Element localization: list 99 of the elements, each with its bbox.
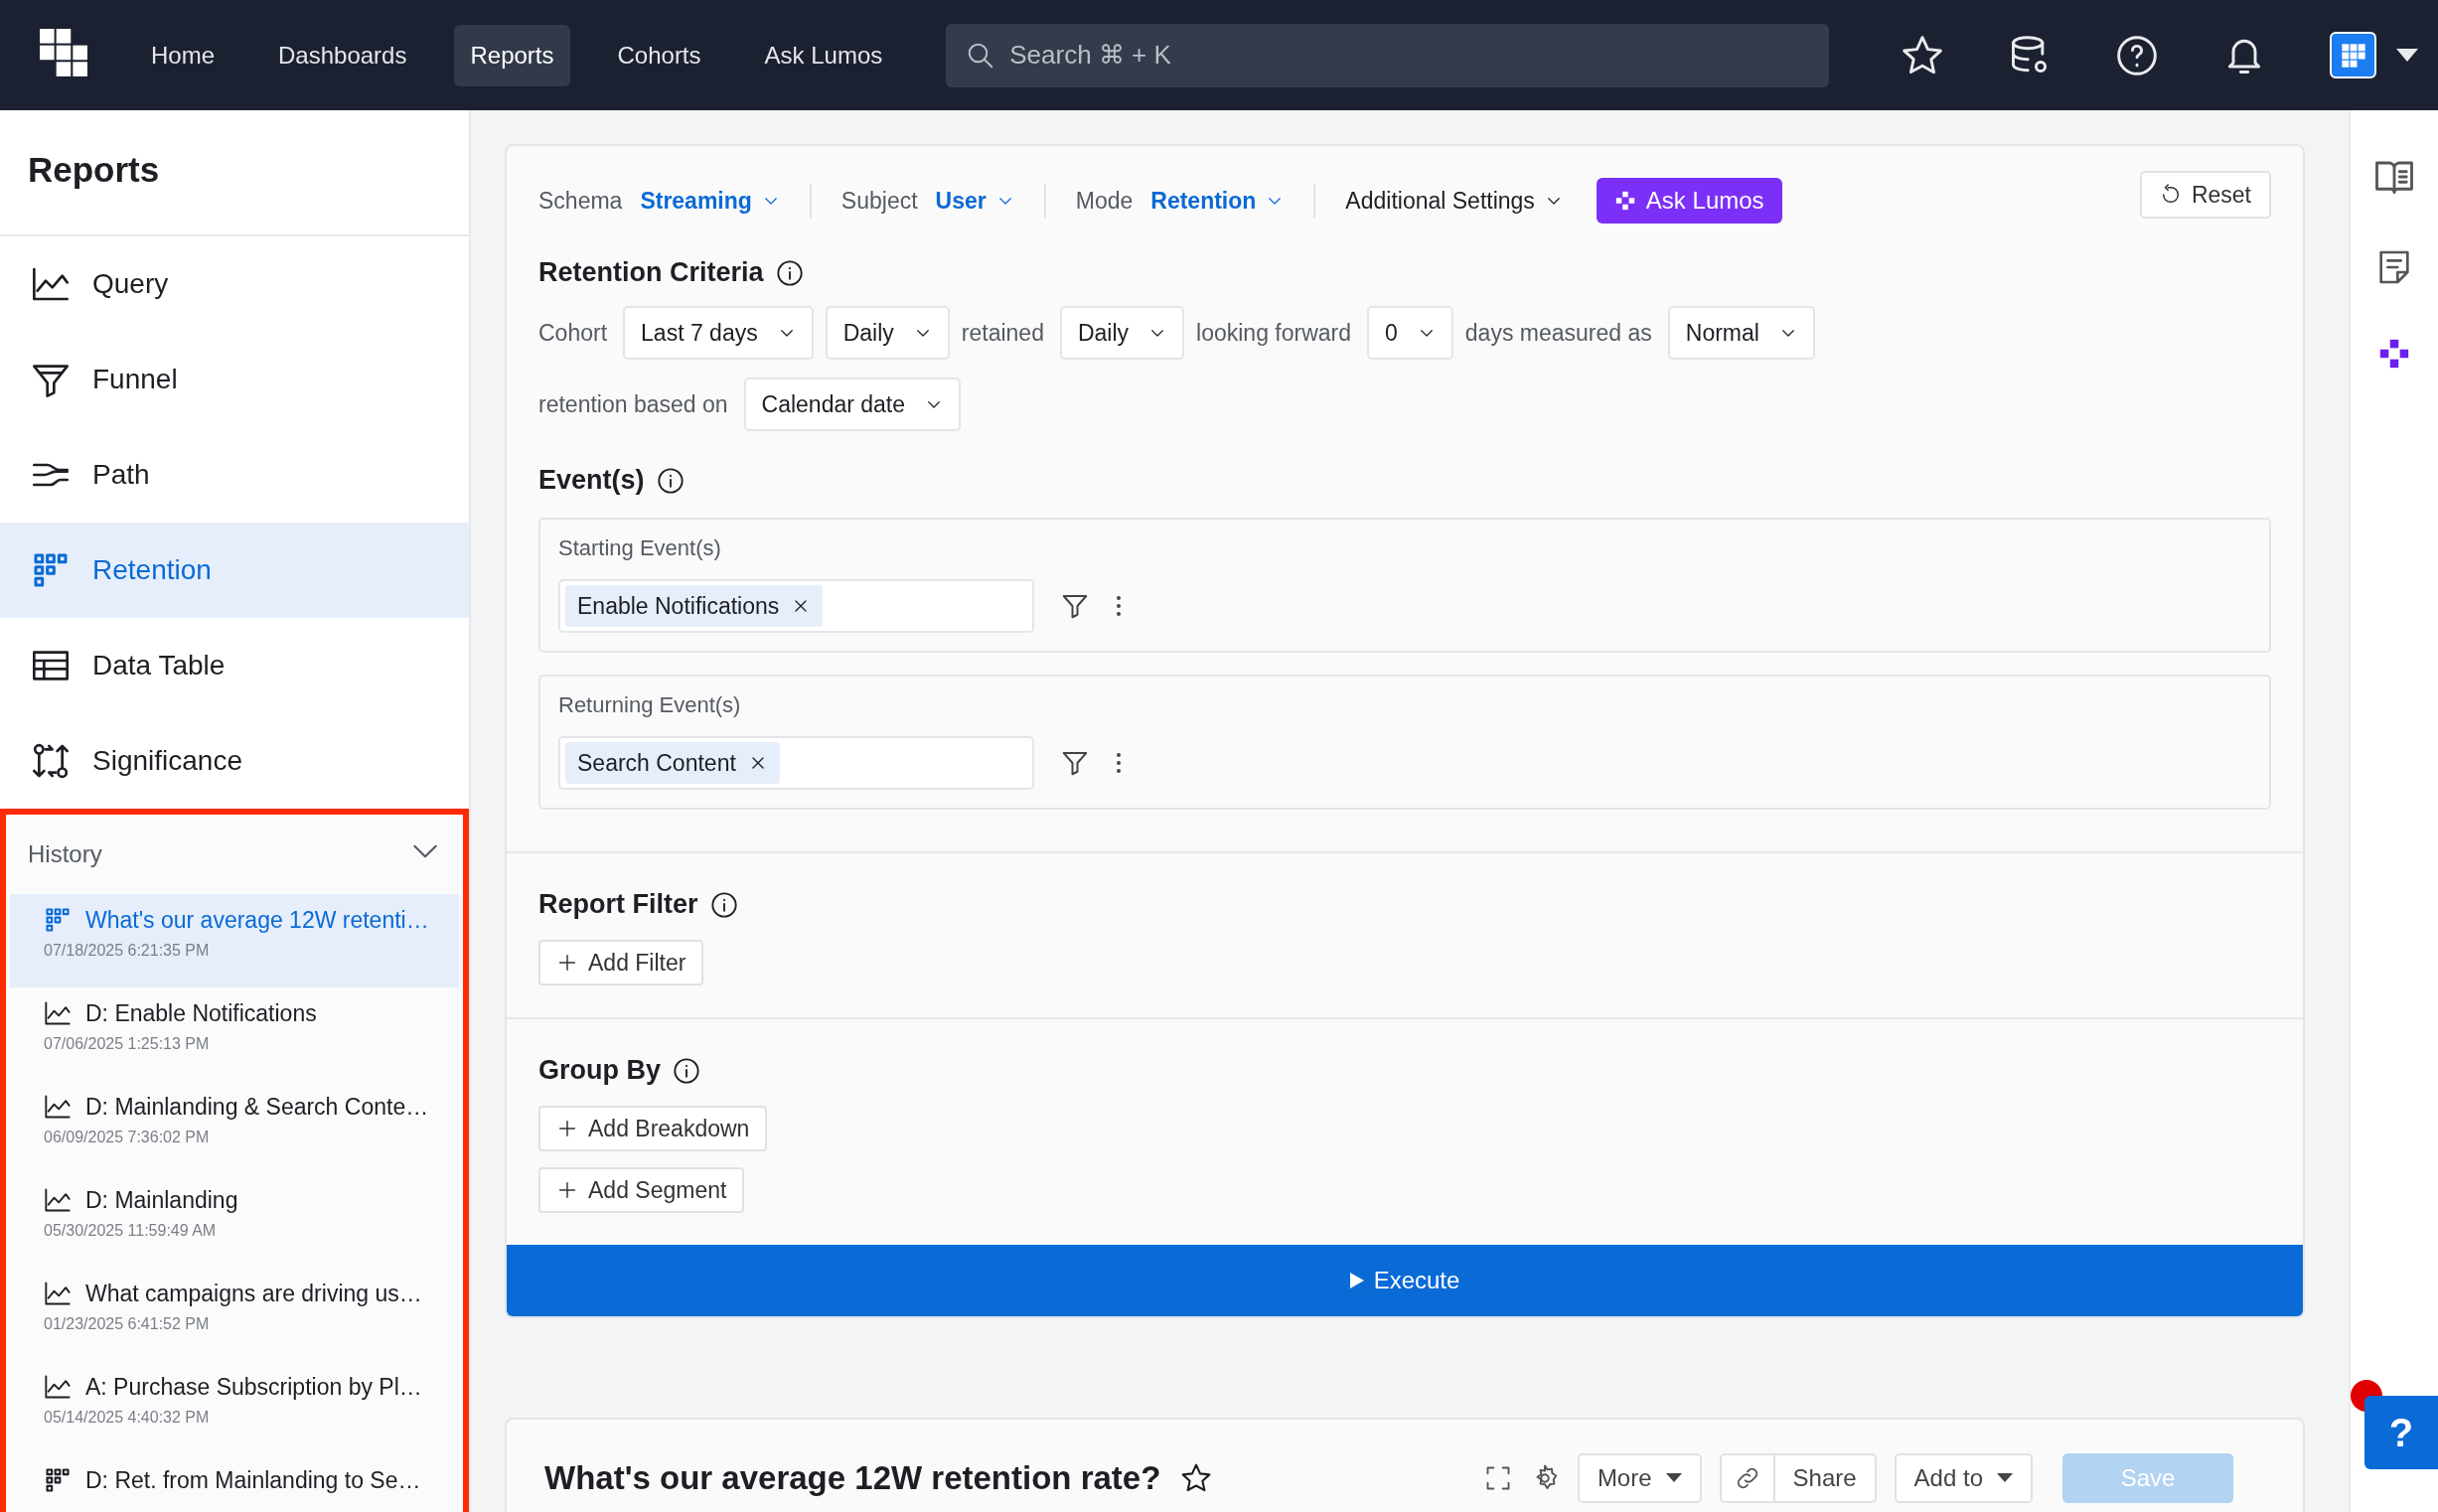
nav-tab[interactable]: Ask Lumos [748, 24, 899, 86]
section-title: Event(s) [538, 465, 645, 496]
plus-icon [556, 1118, 578, 1139]
nav-tab[interactable]: Dashboards [262, 24, 423, 86]
add-button[interactable]: Add Segment [538, 1167, 745, 1213]
timestamp: 05/30/2025 11:59:49 AM [44, 1222, 218, 1240]
event-input[interactable]: Enable Notifications [558, 579, 1034, 633]
history-item-title: D: Ret. from Mainlanding to Se… [85, 1466, 421, 1494]
help-button[interactable]: ? [2364, 1396, 2438, 1469]
arrows-icon [31, 741, 71, 781]
timestamp: 07/18/2025 6:21:35 PM [44, 942, 211, 960]
label: retained [961, 319, 1044, 347]
event-chip[interactable]: Enable Notifications [565, 585, 824, 627]
history-item[interactable]: D: Enable Notifications 07/06/2025 1:25:13 PM [10, 987, 459, 1081]
logo-icon[interactable] [40, 28, 89, 78]
grid-icon [44, 1466, 72, 1494]
field-label: Mode [1075, 187, 1134, 215]
add-button[interactable]: Add Breakdown [538, 1106, 768, 1151]
history-item-title: D: Enable Notifications [85, 999, 317, 1027]
caret-icon[interactable] [2396, 48, 2418, 63]
event-chip[interactable]: Search Content [565, 742, 780, 784]
sidebar-item[interactable]: Funnel [0, 332, 469, 427]
timestamp: 06/09/2025 7:36:02 PM [44, 1129, 211, 1146]
nav-tab[interactable]: Cohorts [601, 24, 717, 86]
additional-settings-dropdown[interactable]: Additional Settings [1345, 187, 1563, 215]
info-icon [673, 1056, 700, 1085]
line-chart-icon [44, 1093, 72, 1121]
history-item-title: A: Purchase Subscription by Pl… [85, 1373, 422, 1401]
search-field[interactable]: Search ⌘ + K [946, 23, 1830, 87]
history-item[interactable]: D: Mainlanding 05/30/2025 11:59:49 AM [10, 1174, 459, 1268]
section-title: Retention Criteria [538, 257, 764, 288]
dropdown[interactable]: Retention [1150, 187, 1285, 215]
caret-icon [1665, 1473, 1682, 1483]
info-icon [775, 258, 804, 287]
report-title: What's our average 12W retention rate? [544, 1459, 1161, 1497]
sidebar-title: Reports [0, 110, 469, 236]
group-label: Returning Event(s) [558, 692, 742, 718]
info-icon [709, 890, 738, 919]
add-button[interactable]: Add Filter [538, 940, 704, 985]
sidebar-item[interactable]: Query [0, 236, 469, 332]
sidebar-item[interactable]: Significance [0, 713, 469, 809]
info-icon [656, 466, 685, 495]
line-chart-icon [44, 1373, 72, 1401]
history-item[interactable]: A: Purchase Subscription by Pl… 05/14/2025 4:40:32 PM [10, 1361, 459, 1454]
more-icon[interactable] [1116, 594, 1122, 618]
execute-button[interactable]: Execute [507, 1245, 2303, 1316]
more-icon[interactable] [1116, 751, 1122, 775]
dropdown[interactable]: Streaming [640, 187, 780, 215]
group-label: Starting Event(s) [558, 535, 722, 561]
event-input[interactable]: Search Content [558, 736, 1034, 790]
history-item-title: What's our average 12W retenti… [85, 906, 429, 934]
lumos-icon [1613, 190, 1636, 212]
timestamp: 07/06/2025 1:25:13 PM [44, 1035, 211, 1053]
line-chart-icon [44, 1186, 72, 1214]
plus-icon [556, 1179, 578, 1201]
more-button[interactable]: More [1577, 1453, 1702, 1503]
history-item-title: D: Mainlanding & Search Conte… [85, 1093, 429, 1121]
history-item[interactable]: What's our average 12W retenti… 07/18/2025 6:21:35 PM [10, 894, 459, 987]
plus-icon [556, 952, 578, 974]
label: looking forward [1196, 319, 1352, 347]
line-chart-icon [44, 1280, 72, 1307]
section-title: Report Filter [538, 889, 698, 920]
section-title: Group By [538, 1055, 661, 1086]
label: retention based on [538, 390, 728, 418]
ask-button[interactable]: Ask Lumos [1596, 178, 1782, 224]
history-item-title: What campaigns are driving us… [85, 1280, 422, 1307]
history-item[interactable]: D: Ret. from Mainlanding to Se… [10, 1454, 459, 1512]
sidebar-item[interactable]: Path [0, 427, 469, 523]
dropdown[interactable]: Daily [825, 306, 950, 360]
timestamp: 01/23/2025 6:41:52 PM [44, 1315, 211, 1333]
caret-icon [1997, 1473, 2013, 1483]
dropdown[interactable]: Normal [1667, 306, 1815, 360]
history-item[interactable]: What campaigns are driving us… 01/23/2025 6:41:52 PM [10, 1268, 459, 1361]
label: days measured as [1464, 319, 1652, 347]
dropdown[interactable]: User [935, 187, 1014, 215]
lumos-icon [2377, 337, 2411, 371]
history-item-title: D: Mainlanding [85, 1186, 238, 1214]
dropdown[interactable]: Daily [1059, 306, 1185, 360]
star-icon [1180, 1462, 1213, 1494]
play-icon [1349, 1273, 1364, 1288]
history-title: History [28, 840, 102, 868]
sidebar-item[interactable]: Data Table [0, 618, 469, 713]
nav-tab[interactable]: Reports [454, 24, 570, 86]
label: Cohort [538, 319, 608, 347]
grid-icon [44, 906, 72, 934]
sidebar-item[interactable]: Retention [0, 523, 469, 618]
reset-button[interactable]: Reset [2139, 171, 2271, 219]
app-switcher-icon[interactable] [2330, 32, 2376, 78]
field-label: Schema [538, 187, 623, 215]
dropdown[interactable]: Calendar date [743, 378, 962, 431]
add-to-button[interactable]: Add to [1894, 1453, 2033, 1503]
dropdown[interactable]: Last 7 days [623, 306, 814, 360]
help-icon [2115, 33, 2159, 77]
history-item[interactable]: D: Mainlanding & Search Conte… 06/09/2025 7:36:02 PM [10, 1081, 459, 1174]
line-chart-icon [44, 999, 72, 1027]
timestamp: 05/14/2025 4:40:32 PM [44, 1409, 211, 1427]
field-label: Subject [840, 187, 918, 215]
dropdown[interactable]: 0 [1367, 306, 1453, 360]
nav-tab[interactable]: Home [135, 24, 231, 86]
